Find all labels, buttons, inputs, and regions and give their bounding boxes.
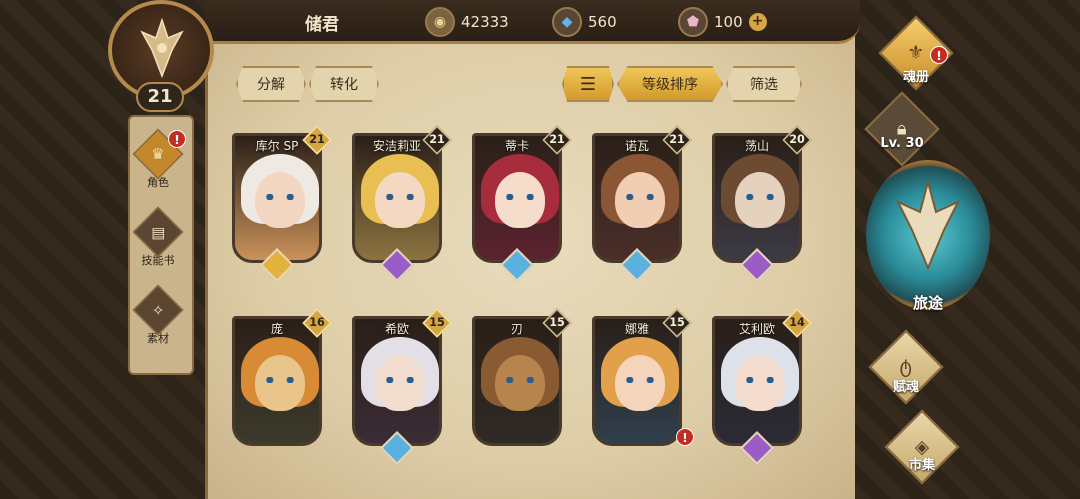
portrait-face [375, 355, 425, 411]
level-sort-button[interactable]: 等级排序 [617, 66, 723, 102]
portrait-eyes [623, 194, 657, 200]
character-card[interactable]: 诺瓦 21 [588, 125, 692, 282]
character-card[interactable]: 库尔 SP 21 [228, 125, 332, 282]
portrait-eyes [263, 377, 297, 383]
crystal-icon: ◆ [552, 7, 582, 37]
crystal-amount: 560 [588, 13, 617, 31]
sort-icon: ☰ [579, 73, 597, 95]
sidebar-item-materials[interactable]: ✧ 素材 [130, 284, 186, 352]
filter-button[interactable]: 筛选 [726, 66, 802, 102]
gold-resource: ◉ 42333 [425, 6, 509, 38]
portrait-eyes [383, 377, 417, 383]
journey-button[interactable]: 旅途 [866, 160, 990, 312]
portrait-face [735, 355, 785, 411]
market-label: 市集 [908, 458, 935, 473]
character-icon: ♛ [151, 145, 165, 163]
character-level: 15 [429, 316, 445, 330]
portrait-eyes [503, 194, 537, 200]
portrait-eyes [263, 194, 297, 200]
gold-coin-icon: ◉ [425, 7, 455, 37]
character-level: 14 [789, 316, 805, 330]
character-card[interactable]: 希欧 15 [348, 308, 452, 465]
portrait-face [735, 172, 785, 228]
character-level: 21 [429, 133, 445, 147]
character-card[interactable]: 荡山 20 [708, 125, 812, 282]
portrait-eyes [383, 194, 417, 200]
gem-resource: ⬟ 100 + [678, 6, 767, 38]
character-level: 21 [669, 133, 685, 147]
player-level-badge: 21 [136, 82, 184, 112]
crest-icon: ⚜ [907, 42, 925, 64]
character-card[interactable]: 艾利欧 14 [708, 308, 812, 465]
sidebar-item-skill-books[interactable]: ▤ 技能书 [130, 206, 186, 274]
soul-book-button[interactable]: ⚜ 魂册 [866, 15, 966, 96]
character-level: 15 [669, 316, 685, 330]
portrait-eyes [743, 194, 777, 200]
soul-book-label: 魂册 [902, 70, 929, 85]
character-card[interactable]: 蒂卡 21 [468, 125, 572, 282]
flame-icon: ტ [899, 356, 913, 378]
character-card[interactable]: 庞 16 [228, 308, 332, 464]
character-card[interactable]: 安洁莉亚 21 [348, 125, 452, 282]
endow-soul-button[interactable]: ტ 赋魂 [856, 329, 956, 410]
gem-amount: 100 [714, 13, 743, 31]
gem-icon: ⬟ [678, 7, 708, 37]
character-level: 15 [549, 316, 565, 330]
character-card[interactable]: 娜雅 15 [588, 308, 692, 464]
soul-book-alert-badge: ! [930, 46, 948, 64]
market-button[interactable]: ◈ 市集 [872, 409, 972, 490]
player-name: 储君 [305, 15, 339, 35]
portrait-face [495, 172, 545, 228]
crest-icon [140, 18, 184, 79]
portrait-eyes [743, 377, 777, 383]
portrait-eyes [623, 377, 657, 383]
crystal-resource: ◆ 560 [552, 6, 617, 38]
gold-amount: 42333 [461, 13, 509, 31]
character-level: 21 [549, 133, 565, 147]
lock-level-label: Lv. 30 [880, 136, 924, 151]
sort-toggle-button[interactable]: ☰ [562, 66, 614, 102]
crest-icon [895, 178, 961, 271]
character-level: 20 [789, 133, 805, 147]
naya-alert-badge: ! [676, 428, 694, 446]
journey-label: 旅途 [912, 294, 943, 312]
character-level: 16 [309, 316, 325, 330]
book-icon: ▤ [150, 223, 166, 241]
character-level: 21 [309, 133, 325, 147]
materials-icon: ✧ [151, 300, 165, 319]
portrait-eyes [503, 377, 537, 383]
characters-alert-badge: ! [168, 130, 186, 148]
character-card[interactable]: 刃 15 [468, 308, 572, 464]
decompose-button[interactable]: 分解 [236, 66, 306, 102]
portrait-face [615, 355, 665, 411]
portrait-face [615, 172, 665, 228]
add-gem-button[interactable]: + [748, 13, 767, 31]
endow-soul-label: 赋魂 [892, 380, 919, 395]
portrait-face [495, 355, 545, 411]
portrait-face [255, 172, 305, 228]
portrait-face [375, 172, 425, 228]
convert-button[interactable]: 转化 [309, 66, 379, 102]
portrait-face [255, 355, 305, 411]
